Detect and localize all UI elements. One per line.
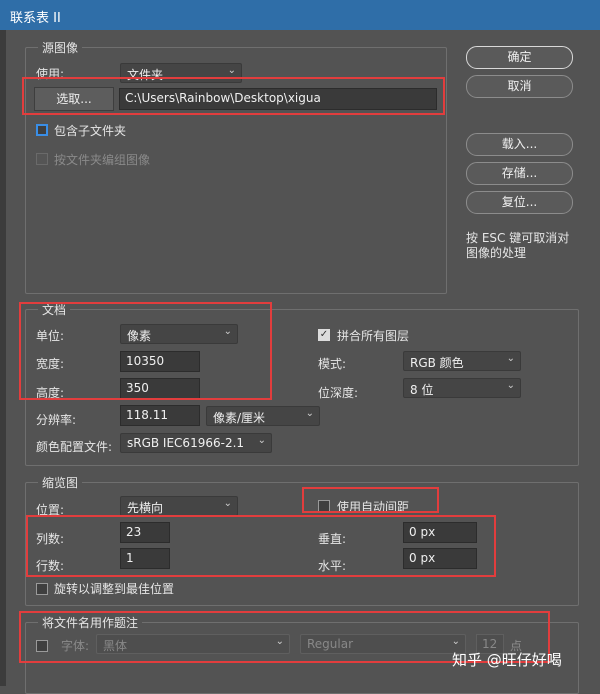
place-dropdown[interactable]: 先横向 ⌄ xyxy=(120,496,238,516)
color-profile-label: 颜色配置文件: xyxy=(36,440,113,454)
chevron-down-icon: ⌄ xyxy=(227,65,236,76)
chevron-down-icon: ⌄ xyxy=(506,353,515,364)
mode-label: 模式: xyxy=(318,357,347,371)
highlight-auto-spacing xyxy=(302,487,439,513)
source-group-label: 源图像 xyxy=(38,39,83,56)
flatten-checkbox[interactable]: ✓ xyxy=(318,329,330,341)
esc-hint: 按 ESC 键可取消对图像的处理 xyxy=(466,231,570,260)
resolution-label: 分辨率: xyxy=(36,413,77,427)
highlight-thumbnails xyxy=(26,515,496,577)
highlight-document xyxy=(19,302,272,400)
bitdepth-value: 8 位 xyxy=(410,383,434,397)
chevron-down-icon: ⌄ xyxy=(257,435,266,446)
resolution-field[interactable]: 118.11 xyxy=(120,405,200,426)
include-subfolders-checkbox[interactable] xyxy=(36,124,48,136)
resolution-unit-dropdown[interactable]: 像素/厘米 ⌄ xyxy=(206,406,320,426)
thumbnails-group-label: 缩览图 xyxy=(38,474,83,491)
rotate-label: 旋转以调整到最佳位置 xyxy=(54,582,175,596)
window-edge xyxy=(0,30,6,686)
ok-button[interactable]: 确定 xyxy=(466,46,573,69)
bitdepth-dropdown[interactable]: 8 位 ⌄ xyxy=(403,378,521,398)
include-subfolders-label: 包含子文件夹 xyxy=(54,124,127,138)
resolution-unit-value: 像素/厘米 xyxy=(213,411,266,425)
load-button[interactable]: 载入... xyxy=(466,133,573,156)
save-button[interactable]: 存储... xyxy=(466,162,573,185)
group-by-folder-checkbox[interactable] xyxy=(36,153,48,165)
group-by-folder-label: 按文件夹编组图像 xyxy=(54,153,151,167)
flatten-label: 拼合所有图层 xyxy=(337,329,410,343)
highlight-source xyxy=(22,77,445,115)
color-profile-value: sRGB IEC61966-2.1 xyxy=(127,436,245,450)
color-profile-dropdown[interactable]: sRGB IEC61966-2.1 ⌄ xyxy=(120,433,272,453)
title-bar: 联系表 II xyxy=(0,0,600,30)
chevron-down-icon: ⌄ xyxy=(223,498,232,509)
place-value: 先横向 xyxy=(127,501,164,515)
reset-button[interactable]: 复位... xyxy=(466,191,573,214)
mode-value: RGB 颜色 xyxy=(410,356,464,370)
window-title: 联系表 II xyxy=(10,11,61,26)
watermark: 知乎 @旺仔好喝 xyxy=(452,651,562,669)
mode-dropdown[interactable]: RGB 颜色 ⌄ xyxy=(403,351,521,371)
cancel-button[interactable]: 取消 xyxy=(466,75,573,98)
chevron-down-icon: ⌄ xyxy=(506,380,515,391)
chevron-down-icon: ⌄ xyxy=(305,408,314,419)
bitdepth-label: 位深度: xyxy=(318,386,359,400)
rotate-checkbox[interactable] xyxy=(36,583,48,595)
